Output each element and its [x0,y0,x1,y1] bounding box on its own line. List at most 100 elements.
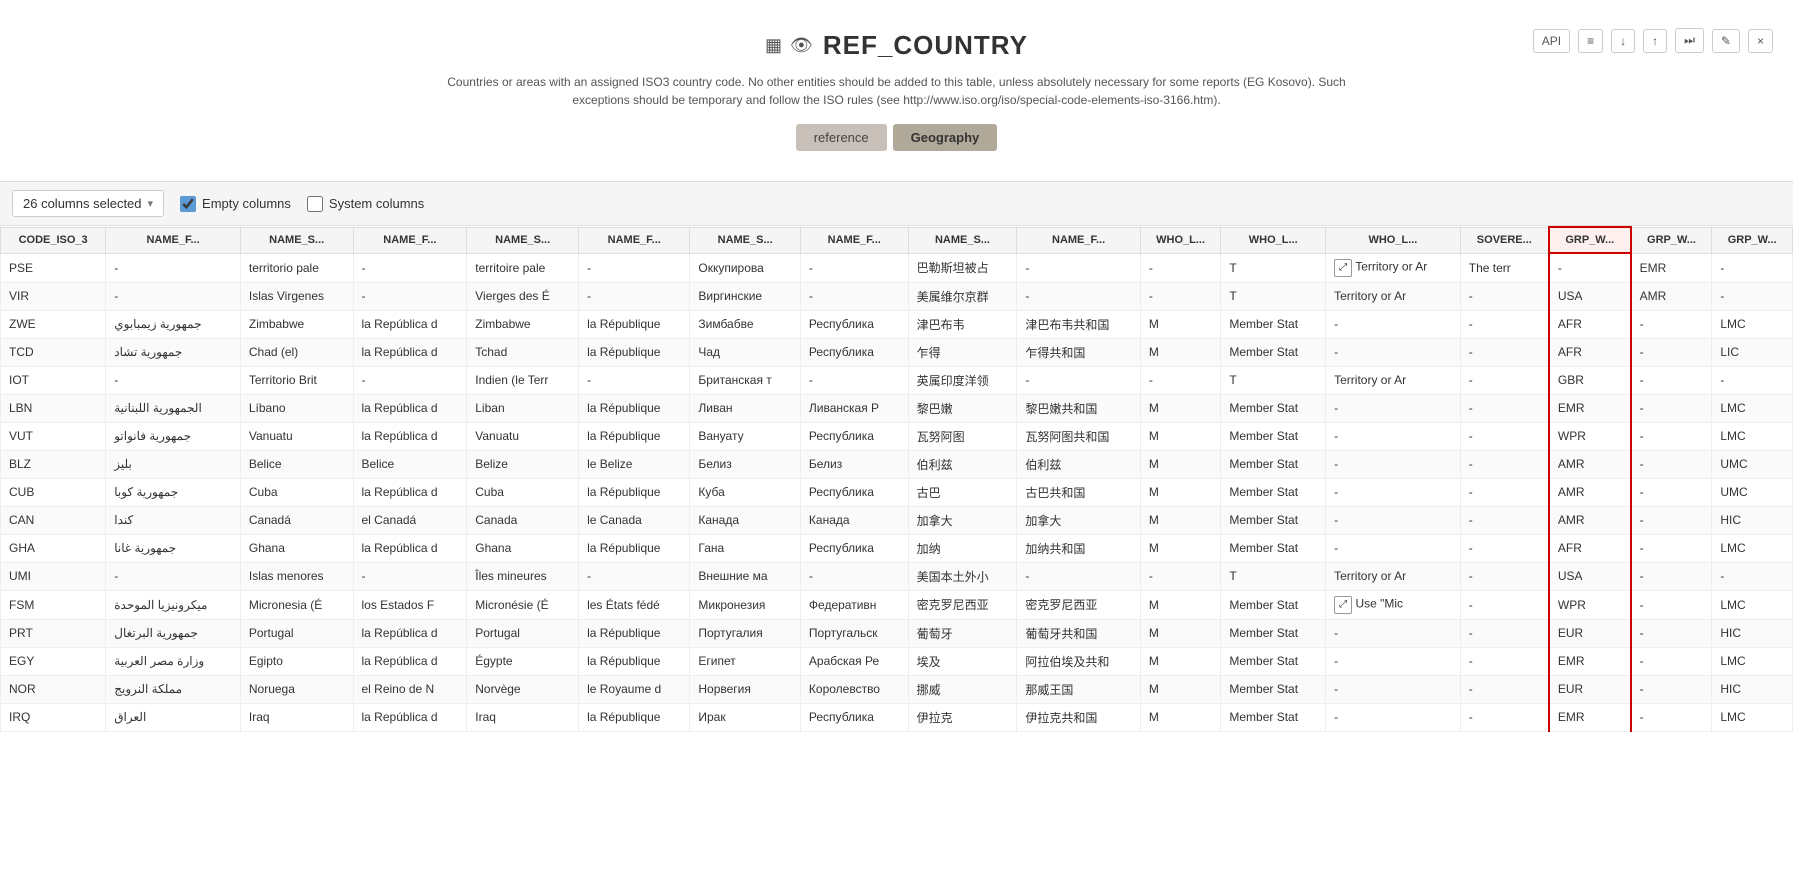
table-row[interactable]: CUBجمهورية كوباCubala República dCubala … [1,478,1793,506]
cell-r11-c1: - [106,562,241,590]
cell-r11-c15: - [1631,562,1712,590]
cell-r13-c11: Member Stat [1221,619,1326,647]
cell-r1-c5: - [579,282,690,310]
col-header-GRP_W___-14[interactable]: GRP_W... [1549,227,1631,253]
edit-icon: ✎ [1721,34,1731,48]
cell-r10-c15: - [1631,534,1712,562]
cell-r10-c4: Ghana [467,534,579,562]
cell-r8-c15: - [1631,478,1712,506]
cell-r3-c3: la República d [353,338,467,366]
close-button[interactable]: × [1748,29,1773,53]
cell-r1-c0: VIR [1,282,106,310]
col-header-WHO_L___-12[interactable]: WHO_L... [1326,227,1461,253]
col-header-CODE_ISO_3-0[interactable]: CODE_ISO_3 [1,227,106,253]
cell-r15-c9: 那威王国 [1017,675,1140,703]
title-icons: ▦ 👁 [765,35,813,56]
tag-geography[interactable]: Geography [893,124,998,151]
expand-icon[interactable]: ⤢ [1334,596,1352,614]
header-section: API ≡ ↓ ↑ ⏭ ✎ × ▦ 👁 REF_COUNTRY Countrie… [0,0,1793,181]
title-row: ▦ 👁 REF_COUNTRY [20,30,1773,61]
system-columns-toggle[interactable]: System columns [307,196,424,212]
table-row[interactable]: IOT-Territorio Brit-Indien (le Terr-Брит… [1,366,1793,394]
expand-icon[interactable]: ⤢ [1334,259,1352,277]
table-row[interactable]: GHAجمهورية غاناGhanala República dGhanal… [1,534,1793,562]
cell-r15-c11: Member Stat [1221,675,1326,703]
header-row: CODE_ISO_3NAME_F...NAME_S...NAME_F...NAM… [1,227,1793,253]
download-button[interactable]: ↓ [1611,29,1635,53]
table-row[interactable]: VUTجمهورية فانواتوVanuatula República dV… [1,422,1793,450]
cell-r13-c0: PRT [1,619,106,647]
empty-columns-checkbox[interactable] [180,196,196,212]
col-header-GRP_W___-15[interactable]: GRP_W... [1631,227,1712,253]
col-header-GRP_W___-16[interactable]: GRP_W... [1712,227,1793,253]
system-columns-checkbox[interactable] [307,196,323,212]
cell-r16-c11: Member Stat [1221,703,1326,731]
cell-r5-c3: la República d [353,394,467,422]
table-row[interactable]: IRQالعراقIraqla República dIraqla Républ… [1,703,1793,731]
table-row[interactable]: VIR-Islas Virgenes-Vierges des É-Виргинс… [1,282,1793,310]
table-row[interactable]: NORمملكة النرويجNoruegael Reino de NNorv… [1,675,1793,703]
cell-r5-c1: الجمهورية اللبنانية [106,394,241,422]
cell-r10-c14: AFR [1549,534,1631,562]
cell-r6-c8: 瓦努阿图 [908,422,1017,450]
col-header-SOVERE___-13[interactable]: SOVERE... [1460,227,1549,253]
cell-r5-c7: Ливанская Р [800,394,908,422]
col-header-NAME_S___-4[interactable]: NAME_S... [467,227,579,253]
col-header-WHO_L___-11[interactable]: WHO_L... [1221,227,1326,253]
table-row[interactable]: LBNالجمهورية اللبنانيةLíbanola República… [1,394,1793,422]
tag-reference[interactable]: reference [796,124,887,151]
cell-r16-c3: la República d [353,703,467,731]
cell-r15-c1: مملكة النرويج [106,675,241,703]
cell-r6-c2: Vanuatu [240,422,353,450]
cell-r5-c12: - [1326,394,1461,422]
col-header-NAME_S___-8[interactable]: NAME_S... [908,227,1017,253]
skip-button[interactable]: ⏭ [1675,28,1704,53]
cell-r12-c9: 密克罗尼西亚 [1017,590,1140,619]
table-row[interactable]: UMI-Islas menores-Îles mineures-Внешние … [1,562,1793,590]
cell-r10-c0: GHA [1,534,106,562]
table-row[interactable]: FSMميكرونيزيا الموحدةMicronesia (Élos Es… [1,590,1793,619]
cell-r2-c8: 津巴布韦 [908,310,1017,338]
cell-r4-c7: - [800,366,908,394]
col-header-WHO_L___-10[interactable]: WHO_L... [1140,227,1221,253]
edit-button[interactable]: ✎ [1712,29,1740,53]
cell-r14-c5: la République [579,647,690,675]
cell-r9-c0: CAN [1,506,106,534]
cell-r12-c7: Федеративн [800,590,908,619]
cell-r16-c7: Республика [800,703,908,731]
upload-button[interactable]: ↑ [1643,29,1667,53]
api-button[interactable]: API [1533,29,1570,53]
cell-r3-c16: LIC [1712,338,1793,366]
filter-button[interactable]: ≡ [1578,29,1603,53]
table-row[interactable]: PRTجمهورية البرتغالPortugalla República … [1,619,1793,647]
col-header-NAME_F___-7[interactable]: NAME_F... [800,227,908,253]
tags-row: reference Geography [20,124,1773,151]
cell-r9-c11: Member Stat [1221,506,1326,534]
col-header-NAME_F___-5[interactable]: NAME_F... [579,227,690,253]
table-row[interactable]: CANكنداCanadáel CanadáCanadale CanadaКан… [1,506,1793,534]
cell-r8-c7: Республика [800,478,908,506]
cell-r6-c0: VUT [1,422,106,450]
col-header-NAME_S___-6[interactable]: NAME_S... [690,227,801,253]
table-row[interactable]: PSE-territorio pale-territoire pale-Окку… [1,253,1793,282]
cell-r0-c2: territorio pale [240,253,353,282]
cell-r6-c3: la República d [353,422,467,450]
col-header-NAME_F___-3[interactable]: NAME_F... [353,227,467,253]
columns-selector[interactable]: 26 columns selected ▾ [12,190,164,217]
cell-r11-c14: USA [1549,562,1631,590]
table-row[interactable]: ZWEجمهورية زيمبابويZimbabwela República … [1,310,1793,338]
table-row[interactable]: EGYوزارة مصر العربيةEgiptola República d… [1,647,1793,675]
cell-r7-c2: Belice [240,450,353,478]
table-row[interactable]: TCDجمهورية تشادChad (el)la República dTc… [1,338,1793,366]
cell-r3-c12: - [1326,338,1461,366]
col-header-NAME_F___-1[interactable]: NAME_F... [106,227,241,253]
cell-r16-c6: Ирак [690,703,801,731]
cell-r0-c4: territoire pale [467,253,579,282]
col-header-NAME_F___-9[interactable]: NAME_F... [1017,227,1140,253]
empty-columns-toggle[interactable]: Empty columns [180,196,291,212]
col-header-NAME_S___-2[interactable]: NAME_S... [240,227,353,253]
skip-icon: ⏭ [1684,33,1695,47]
cell-r16-c0: IRQ [1,703,106,731]
table-row[interactable]: BLZبليزBeliceBeliceBelizele BelizeБелизБ… [1,450,1793,478]
cell-r9-c7: Канада [800,506,908,534]
